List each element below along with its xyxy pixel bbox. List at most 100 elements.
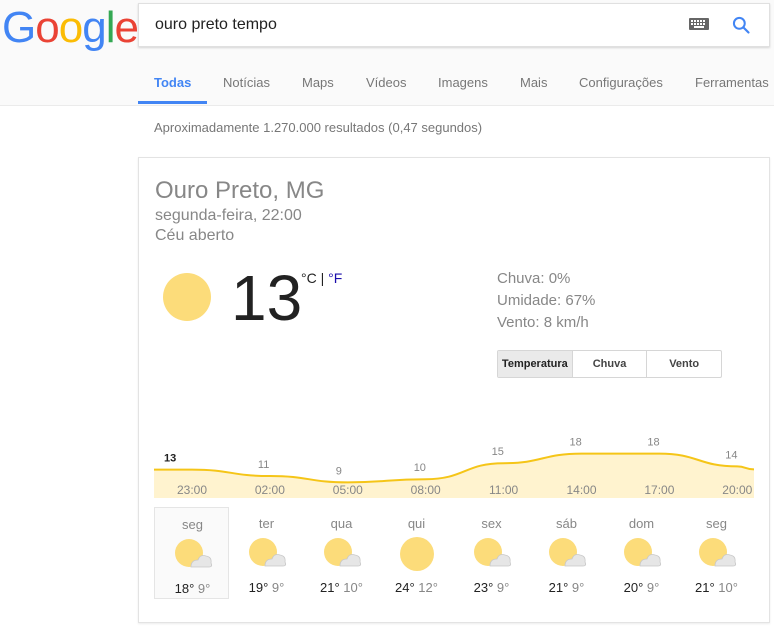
forecast-temps: 23° 9° — [454, 580, 529, 595]
tab-imagens[interactable]: Imagens — [438, 75, 488, 90]
chart-value-label: 14 — [725, 449, 737, 461]
search-icon[interactable] — [731, 15, 751, 35]
forecast-day-name: ter — [258, 516, 275, 531]
forecast-day[interactable]: seg 21° 10° — [679, 507, 754, 599]
tab-videos[interactable]: Vídeos — [366, 75, 406, 90]
weather-datetime: segunda-feira, 22:00 — [155, 207, 302, 224]
forecast-day-name: qua — [330, 516, 353, 531]
forecast-low: 9° — [194, 581, 211, 596]
forecast-low: 9° — [643, 580, 660, 595]
sun-icon — [400, 537, 434, 571]
precipitation-text: Chuva: 0% — [497, 270, 571, 287]
forecast-day[interactable]: ter 19° 9° — [229, 507, 304, 599]
search-input[interactable]: ouro preto tempo — [155, 16, 277, 34]
search-box[interactable]: ouro preto tempo — [138, 3, 770, 47]
tab-configuracoes[interactable]: Configurações — [579, 75, 663, 90]
wind-text: Vento: 8 km/h — [497, 314, 589, 331]
forecast-high: 24° — [395, 580, 415, 595]
forecast-high: 21° — [548, 580, 569, 595]
forecast-low: 10° — [714, 580, 738, 595]
fahrenheit-unit[interactable]: °F — [328, 270, 342, 286]
chart-time-label: 08:00 — [410, 483, 441, 497]
forecast-low: 12° — [414, 580, 438, 595]
unit-separator: | — [316, 270, 329, 286]
chart-time-label: 05:00 — [332, 483, 363, 497]
forecast-temps: 21° 10° — [304, 580, 379, 595]
chart-value-label: 18 — [570, 437, 582, 449]
chart-time-label: 23:00 — [176, 483, 208, 497]
forecast-low: 10° — [339, 580, 363, 595]
forecast-temps: 21° 10° — [679, 580, 754, 595]
forecast-high: 18° — [174, 581, 195, 596]
forecast-temps: 24° 12° — [379, 580, 454, 595]
chart-time-label: 20:00 — [722, 483, 753, 497]
chart-value-label: 18 — [647, 437, 659, 449]
forecast-high: 21° — [320, 580, 340, 595]
sun-icon — [163, 273, 211, 321]
partly-cloudy-icon — [699, 538, 737, 567]
partly-cloudy-icon — [249, 538, 287, 567]
forecast-high: 21° — [695, 580, 715, 595]
google-logo[interactable]: Google — [2, 4, 139, 52]
daily-forecast: seg 18° 9° ter 19° 9° qua 21° 10° qui 24° 12° se… — [154, 507, 754, 599]
chart-time-label: 14:00 — [566, 483, 597, 497]
unit-toggle: °C | °F — [301, 270, 342, 286]
chart-value-label: 11 — [258, 459, 269, 471]
celsius-unit[interactable]: °C — [301, 270, 317, 286]
weather-condition: Céu aberto — [155, 227, 235, 244]
partly-cloudy-icon — [624, 538, 662, 567]
weather-location: Ouro Preto, MG — [155, 177, 325, 204]
segment-vento[interactable]: Vento — [647, 351, 721, 377]
partly-cloudy-icon — [474, 538, 512, 567]
segment-temperatura[interactable]: Temperatura — [498, 351, 573, 377]
chart-value-label: 15 — [492, 446, 504, 458]
chart-type-selector: Temperatura Chuva Vento — [497, 350, 722, 378]
forecast-day-name: seg — [182, 517, 203, 532]
forecast-day-name: dom — [628, 516, 655, 531]
forecast-high: 20° — [623, 580, 644, 595]
result-stats: Aproximadamente 1.270.000 resultados (0,… — [154, 120, 483, 135]
tab-mais[interactable]: Mais — [520, 75, 547, 90]
tab-maps[interactable]: Maps — [302, 75, 334, 90]
forecast-day[interactable]: seg 18° 9° — [154, 507, 229, 599]
weather-details: Chuva: 0% Umidade: 67% Vento: 8 km/h — [497, 268, 595, 334]
forecast-day[interactable]: sáb 21° 9° — [529, 507, 604, 599]
forecast-high: 19° — [248, 580, 269, 595]
forecast-temps: 19° 9° — [229, 580, 304, 595]
forecast-day-name: sáb — [556, 516, 577, 531]
partly-cloudy-icon — [549, 538, 587, 567]
tab-noticias[interactable]: Notícias — [223, 75, 270, 90]
chart-time-label: 17:00 — [644, 483, 675, 497]
forecast-low: 9° — [568, 580, 585, 595]
forecast-day[interactable]: sex 23° 9° — [454, 507, 529, 599]
forecast-temps: 18° 9° — [155, 581, 230, 596]
tab-ferramentas[interactable]: Ferramentas — [695, 75, 769, 90]
partly-cloudy-icon — [175, 539, 213, 568]
chart-time-axis: 23:00 02:00 05:00 08:00 11:00 14:00 17:00 20:00 — [154, 483, 754, 499]
chart-value-label: 13 — [164, 453, 176, 465]
forecast-temps: 20° 9° — [604, 580, 679, 595]
current-temperature: 13 — [231, 262, 303, 334]
forecast-day[interactable]: qua 21° 10° — [304, 507, 379, 599]
forecast-day[interactable]: dom 20° 9° — [604, 507, 679, 599]
active-tab-indicator — [138, 101, 207, 104]
keyboard-icon[interactable] — [689, 18, 709, 30]
tab-todas[interactable]: Todas — [154, 75, 191, 90]
chart-value-label: 9 — [336, 465, 342, 477]
forecast-low: 9° — [268, 580, 285, 595]
weather-card: Ouro Preto, MG segunda-feira, 22:00 Céu … — [138, 157, 770, 623]
partly-cloudy-icon — [324, 538, 362, 567]
chart-time-label: 11:00 — [489, 483, 519, 497]
forecast-day[interactable]: qui 24° 12° — [379, 507, 454, 599]
humidity-text: Umidade: 67% — [497, 292, 596, 309]
chart-value-label: 10 — [414, 462, 426, 474]
segment-chuva[interactable]: Chuva — [573, 351, 648, 377]
forecast-day-name: sex — [481, 516, 502, 531]
forecast-day-name: qui — [407, 516, 426, 531]
forecast-low: 9° — [493, 580, 510, 595]
header: Google ouro preto tempo Todas Notícias M… — [0, 0, 774, 106]
forecast-temps: 21° 9° — [529, 580, 604, 595]
forecast-day-name: seg — [706, 516, 727, 531]
forecast-high: 23° — [473, 580, 494, 595]
chart-time-label: 02:00 — [254, 483, 285, 497]
